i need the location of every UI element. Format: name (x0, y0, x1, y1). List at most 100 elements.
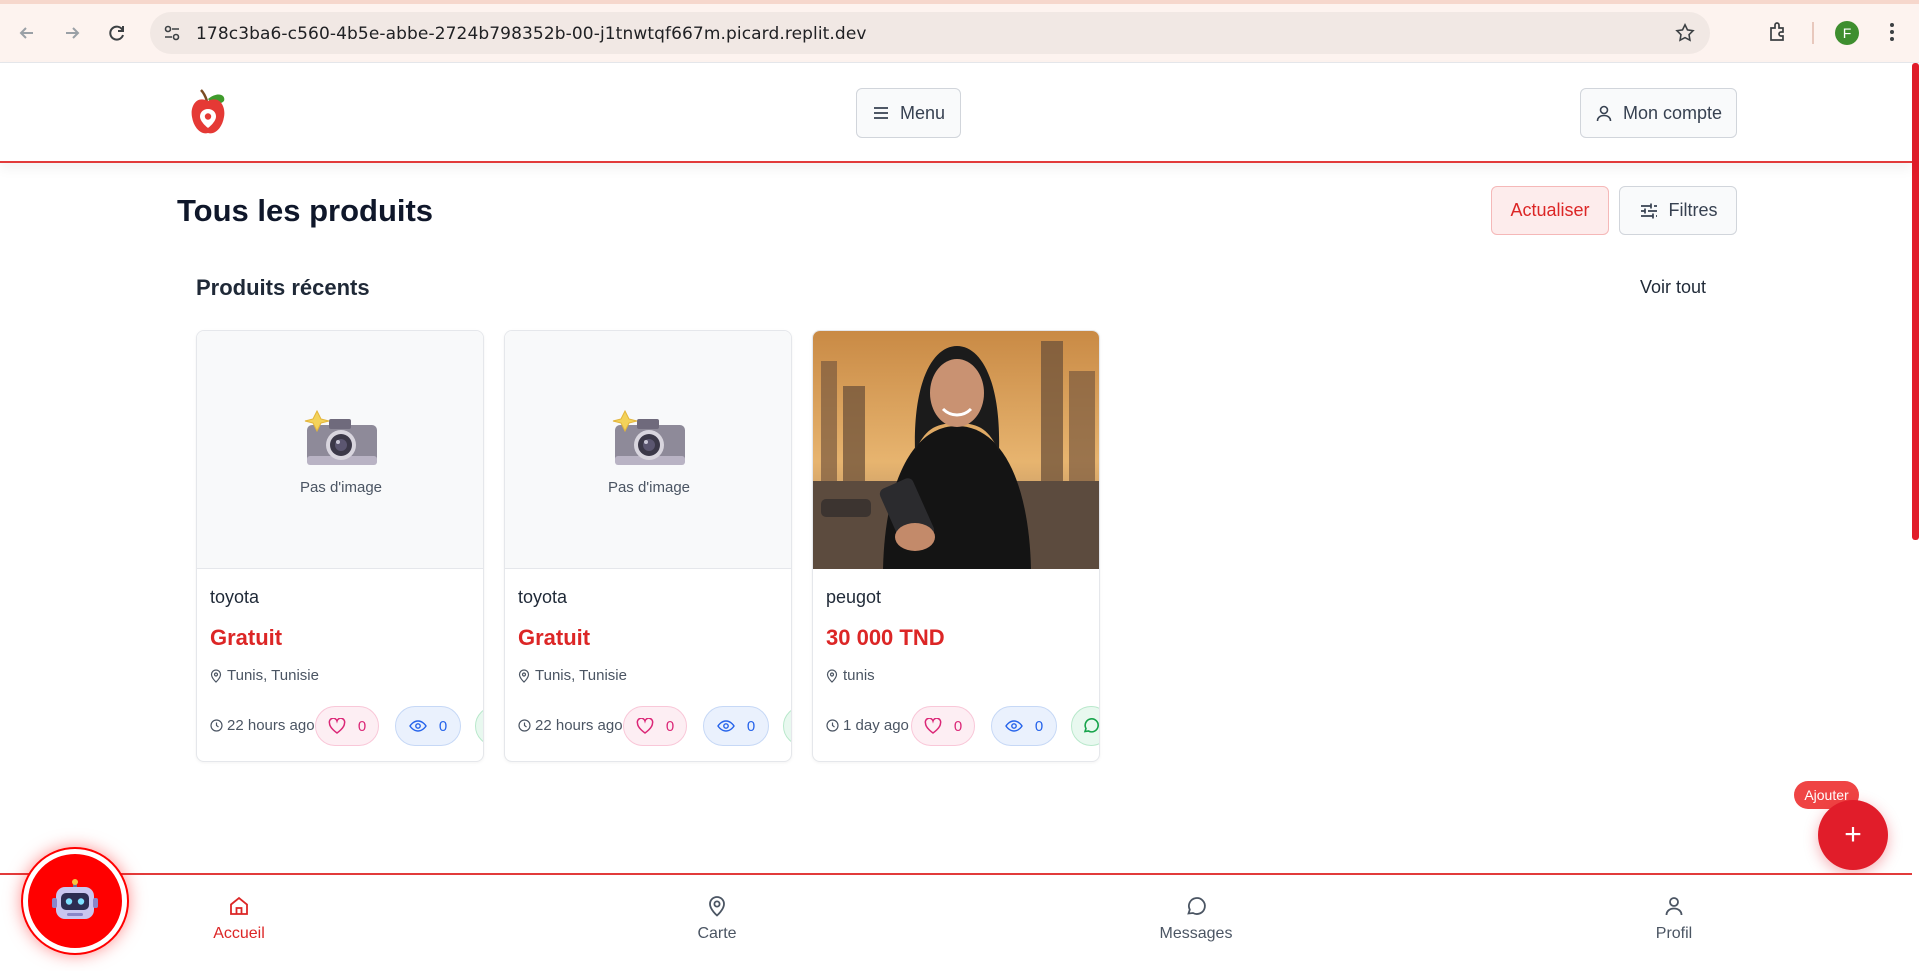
no-image-label: Pas d'image (607, 479, 691, 496)
menu-button[interactable]: Menu (856, 88, 961, 138)
product-price: Gratuit (210, 625, 283, 650)
product-card[interactable]: Pas d'image toyota Gratuit Tunis, Tunisi… (504, 330, 792, 762)
robot-icon (52, 879, 98, 919)
message-button[interactable] (1071, 706, 1099, 746)
like-count: 0 (953, 717, 963, 735)
views-badge[interactable]: 0 (991, 706, 1057, 746)
page-scrollbar[interactable] (1912, 63, 1919, 540)
like-button[interactable]: 0 (911, 706, 975, 746)
reload-icon[interactable] (101, 17, 133, 49)
location-text: Tunis, Tunisie (227, 667, 319, 684)
product-price: Gratuit (518, 625, 591, 650)
product-time: 22 hours ago (210, 717, 315, 734)
views-badge[interactable]: 0 (395, 706, 461, 746)
map-pin-icon (709, 896, 725, 917)
menu-label: Menu (899, 102, 946, 123)
product-image (813, 331, 1099, 569)
product-image-placeholder: Pas d'image (197, 331, 483, 569)
product-location: tunis (826, 667, 875, 684)
nav-item-carte[interactable]: Carte (657, 895, 777, 943)
page-title: Tous les produits (177, 193, 434, 228)
filters-label: Filtres (1668, 200, 1718, 220)
view-count: 0 (1034, 717, 1044, 735)
product-price: 30 000 TND (826, 625, 945, 650)
add-product-button[interactable]: + (1818, 800, 1888, 870)
account-button[interactable]: Mon compte (1580, 88, 1737, 138)
clock-icon (518, 719, 531, 732)
nav-item-profil[interactable]: Profil (1614, 895, 1734, 943)
heart-icon (924, 718, 942, 734)
message-button[interactable] (475, 706, 483, 746)
back-icon[interactable] (11, 17, 43, 49)
nav-item-messages[interactable]: Messages (1136, 895, 1256, 943)
extensions-icon[interactable] (1766, 20, 1790, 44)
account-label: Mon compte (1622, 102, 1723, 123)
app-logo[interactable] (188, 85, 228, 137)
user-icon (1665, 897, 1683, 916)
eye-icon (717, 720, 735, 732)
heart-icon (636, 718, 654, 734)
clock-icon (210, 719, 223, 732)
heart-icon (328, 718, 346, 734)
forward-icon[interactable] (56, 17, 88, 49)
message-icon (1187, 897, 1206, 915)
no-image-label: Pas d'image (299, 479, 383, 496)
home-icon (230, 896, 248, 915)
user-icon (1596, 105, 1612, 122)
camera-icon (304, 409, 377, 465)
chatbot-button[interactable] (23, 849, 127, 953)
like-button[interactable]: 0 (623, 706, 687, 746)
product-name: toyota (210, 587, 260, 607)
profile-avatar[interactable]: F (1835, 21, 1859, 45)
site-settings-icon[interactable] (162, 23, 182, 43)
browser-toolbar: 178c3ba6-c560-4b5e-abbe-2724b798352b-00-… (0, 0, 1919, 63)
product-time: 1 day ago (826, 717, 909, 734)
section-title: Produits récents (196, 275, 370, 300)
chat-icon (1083, 718, 1099, 733)
refresh-button[interactable]: Actualiser (1491, 186, 1609, 235)
time-text: 22 hours ago (227, 717, 315, 734)
filters-button[interactable]: Filtres (1619, 186, 1737, 235)
view-count: 0 (438, 717, 448, 735)
time-text: 1 day ago (843, 717, 909, 734)
eye-icon (1005, 720, 1023, 732)
product-name: peugot (826, 587, 882, 607)
app-header: Menu Mon compte (0, 63, 1912, 163)
clock-icon (826, 719, 839, 732)
product-photo (813, 331, 1099, 569)
nav-label: Profil (1655, 925, 1693, 942)
product-location: Tunis, Tunisie (518, 667, 627, 684)
product-card[interactable]: Pas d'image toyota Gratuit Tunis, Tunisi… (196, 330, 484, 762)
product-image-placeholder: Pas d'image (505, 331, 791, 569)
map-pin-icon (826, 668, 838, 683)
nav-item-accueil[interactable]: Accueil (179, 895, 299, 943)
map-pin-icon (518, 668, 530, 683)
nav-label: Messages (1159, 925, 1233, 942)
bookmark-star-icon[interactable] (1674, 22, 1696, 44)
camera-icon (612, 409, 685, 465)
eye-icon (409, 720, 427, 732)
product-location: Tunis, Tunisie (210, 667, 319, 684)
like-button[interactable]: 0 (315, 706, 379, 746)
nav-label: Accueil (213, 925, 265, 942)
location-text: tunis (843, 667, 875, 684)
bottom-nav: Accueil Carte Messages Profil (0, 873, 1912, 971)
url-text[interactable]: 178c3ba6-c560-4b5e-abbe-2724b798352b-00-… (196, 24, 867, 44)
location-text: Tunis, Tunisie (535, 667, 627, 684)
map-pin-icon (210, 668, 222, 683)
views-badge[interactable]: 0 (703, 706, 769, 746)
hamburger-icon (873, 107, 888, 119)
time-text: 22 hours ago (535, 717, 623, 734)
like-count: 0 (357, 717, 367, 735)
like-count: 0 (665, 717, 675, 735)
message-button[interactable] (783, 706, 791, 746)
sliders-icon (1640, 203, 1657, 218)
tab-strip-edge (0, 0, 1919, 4)
view-count: 0 (746, 717, 756, 735)
product-time: 22 hours ago (518, 717, 623, 734)
address-bar[interactable]: 178c3ba6-c560-4b5e-abbe-2724b798352b-00-… (150, 12, 1710, 54)
see-all-link[interactable]: Voir tout (1640, 277, 1706, 298)
product-card[interactable]: peugot 30 000 TND tunis 1 day ago 0 0 (812, 330, 1100, 762)
product-name: toyota (518, 587, 568, 607)
more-options-icon[interactable] (1880, 20, 1904, 44)
